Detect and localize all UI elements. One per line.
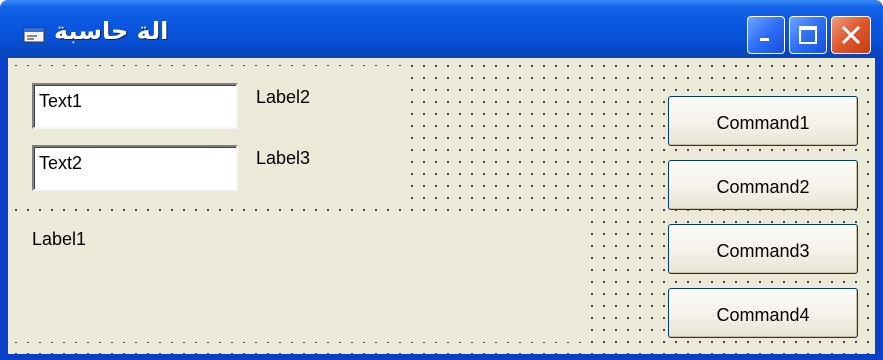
command2-button[interactable]: Command2 bbox=[668, 160, 858, 210]
form-icon[interactable] bbox=[22, 26, 46, 44]
title-bar[interactable]: الة حاسبة bbox=[0, 0, 883, 58]
text2-field[interactable]: Text2 bbox=[32, 145, 238, 191]
command1-button[interactable]: Command1 bbox=[668, 96, 858, 146]
label1: Label1 bbox=[32, 229, 87, 249]
form-client-area: Text1 Text2 Label2 Label3 Label1 Command… bbox=[8, 58, 875, 354]
label2: Label2 bbox=[256, 87, 311, 107]
close-icon bbox=[841, 25, 861, 45]
maximize-icon bbox=[799, 26, 817, 44]
close-button[interactable] bbox=[831, 16, 871, 54]
command4-button[interactable]: Command4 bbox=[668, 288, 858, 338]
minimize-button[interactable] bbox=[747, 16, 785, 54]
minimize-icon bbox=[760, 38, 769, 41]
grid-gap-bottom bbox=[8, 218, 582, 342]
label3: Label3 bbox=[256, 148, 311, 168]
maximize-button[interactable] bbox=[789, 16, 827, 54]
command3-button[interactable]: Command3 bbox=[668, 224, 858, 274]
window-title: الة حاسبة bbox=[54, 17, 169, 45]
text1-field[interactable]: Text1 bbox=[32, 83, 238, 129]
app-window: الة حاسبة Text1 Text2 Label2 Label3 Labe… bbox=[0, 0, 883, 360]
